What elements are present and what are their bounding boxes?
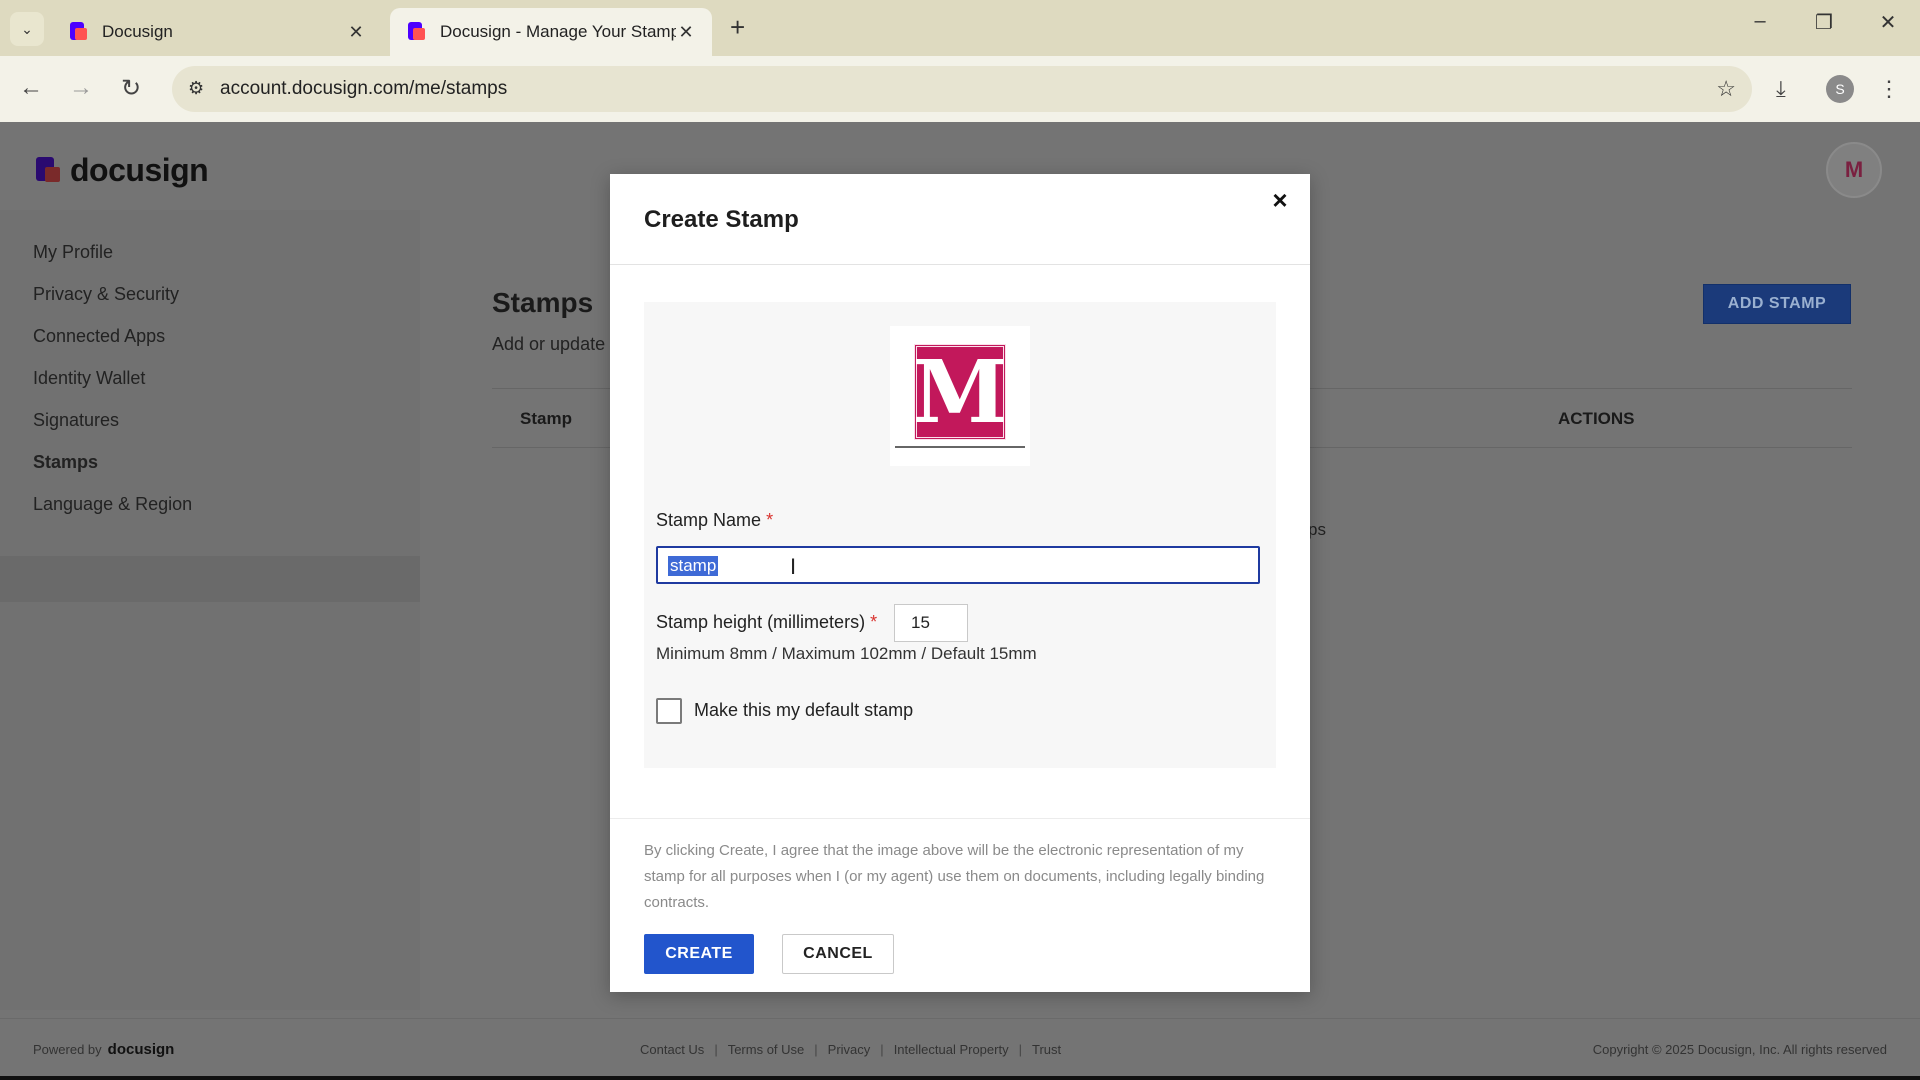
address-bar[interactable]: ⚙ account.docusign.com/me/stamps ☆ — [172, 66, 1752, 112]
required-mark: * — [766, 510, 774, 530]
docusign-logo-icon — [36, 156, 62, 185]
required-mark: * — [870, 612, 878, 632]
sidebar-item-privacy-security[interactable]: Privacy & Security — [33, 284, 179, 305]
tab-search-dropdown-icon[interactable]: ⌄ — [10, 12, 44, 46]
stamp-name-label-text: Stamp Name — [656, 510, 762, 530]
docusign-favicon-icon — [68, 22, 88, 42]
close-icon[interactable]: × — [1264, 184, 1296, 216]
browser-tab-active[interactable]: Docusign - Manage Your Stamp ✕ — [390, 8, 712, 56]
footer-links: Contact Us | Terms of Use | Privacy | Intel… — [640, 1042, 1062, 1057]
background-text-fragment: ps — [1308, 520, 1326, 539]
restore-icon[interactable]: ❐ — [1804, 10, 1844, 35]
more-menu-icon[interactable]: ⋮ — [1878, 76, 1900, 102]
page-footer: Powered by docusign Contact Us | Terms of… — [0, 1018, 1920, 1074]
browser-profile-avatar[interactable]: S — [1826, 75, 1854, 103]
sidebar-item-signatures[interactable]: Signatures — [33, 410, 119, 431]
create-stamp-dialog: Create Stamp × M Stamp Name * stamp I St… — [610, 174, 1310, 992]
footer-link-trust[interactable]: Trust — [1032, 1042, 1061, 1057]
user-avatar[interactable]: M — [1826, 142, 1882, 198]
tab-close-icon[interactable]: ✕ — [676, 22, 696, 43]
column-header-stamp: Stamp — [520, 409, 572, 428]
sidebar-item-stamps[interactable]: Stamps — [33, 452, 98, 473]
tab-title: Docusign - Manage Your Stamp — [440, 22, 676, 41]
default-stamp-checkbox[interactable] — [656, 698, 682, 724]
column-header-actions: ACTIONS — [1558, 409, 1635, 428]
screen-bottom-edge — [0, 1076, 1920, 1080]
browser-toolbar: ← → ↻ ⚙ account.docusign.com/me/stamps ☆… — [0, 56, 1920, 122]
download-icon[interactable]: ⤓ — [1776, 76, 1786, 102]
stamp-height-label-text: Stamp height (millimeters) — [656, 612, 866, 632]
default-stamp-label[interactable]: Make this my default stamp — [694, 700, 913, 721]
dialog-title: Create Stamp — [644, 206, 799, 233]
footer-link-contact[interactable]: Contact Us — [640, 1042, 704, 1057]
sidebar-item-language-region[interactable]: Language & Region — [33, 494, 192, 515]
sidebar-item-identity-wallet[interactable]: Identity Wallet — [33, 368, 145, 389]
dialog-body: M Stamp Name * stamp I Stamp height (mil… — [644, 302, 1276, 768]
site-settings-icon[interactable]: ⚙ — [188, 78, 204, 99]
stamp-height-hint: Minimum 8mm / Maximum 102mm / Default 15… — [656, 644, 1037, 663]
add-stamp-button[interactable]: ADD STAMP — [1703, 284, 1851, 324]
divider — [610, 264, 1310, 265]
stamp-name-input[interactable]: stamp I — [656, 546, 1260, 584]
stamp-caption-line — [895, 446, 1025, 448]
sidebar-item-connected-apps[interactable]: Connected Apps — [33, 326, 165, 347]
sidebar-active-highlight — [0, 556, 420, 602]
bookmark-star-icon[interactable]: ☆ — [1716, 76, 1736, 102]
stamp-height-label: Stamp height (millimeters) * — [656, 612, 877, 633]
tab-title: Docusign — [102, 22, 173, 41]
window-close-icon[interactable]: ✕ — [1868, 10, 1908, 35]
divider — [610, 818, 1310, 819]
tab-close-icon[interactable]: ✕ — [346, 22, 366, 43]
sidebar-item-my-profile[interactable]: My Profile — [33, 242, 113, 263]
stamp-height-input[interactable]: 15 — [894, 604, 968, 642]
powered-by: Powered by docusign — [33, 1041, 174, 1058]
footer-link-terms[interactable]: Terms of Use — [728, 1042, 805, 1057]
powered-by-logo: docusign — [107, 1041, 175, 1058]
stamp-name-value[interactable]: stamp — [668, 556, 719, 576]
page-subtitle: Add or update — [492, 334, 606, 354]
stamp-preview-image: M — [890, 326, 1030, 466]
docusign-logo[interactable]: docusign — [36, 152, 209, 189]
logo-text: docusign — [70, 152, 209, 188]
browser-tab-bar: ⌄ Docusign ✕ Docusign - Manage Your Stam… — [0, 0, 1920, 56]
copyright: Copyright © 2025 Docusign, Inc. All righ… — [1592, 1042, 1887, 1057]
powered-by-text: Powered by — [33, 1042, 102, 1057]
create-button[interactable]: CREATE — [644, 934, 754, 974]
browser-tab[interactable]: Docusign ✕ — [52, 8, 382, 56]
forward-icon[interactable]: → — [66, 74, 96, 102]
cancel-button[interactable]: CANCEL — [782, 934, 894, 974]
settings-sidebar: My Profile Privacy & Security Connected … — [0, 210, 420, 1010]
docusign-favicon-icon — [406, 22, 426, 42]
url-text[interactable]: account.docusign.com/me/stamps — [220, 78, 507, 100]
stamp-letter: M — [912, 341, 1008, 443]
minimize-icon[interactable]: – — [1740, 10, 1780, 33]
footer-link-ip[interactable]: Intellectual Property — [894, 1042, 1009, 1057]
page-title: Stamps — [492, 287, 594, 318]
text-cursor-icon: I — [790, 554, 797, 579]
footer-link-privacy[interactable]: Privacy — [828, 1042, 871, 1057]
consent-text: By clicking Create, I agree that the ima… — [644, 842, 1265, 911]
new-tab-icon[interactable]: + — [730, 12, 745, 43]
back-icon[interactable]: ← — [16, 74, 46, 102]
reload-icon[interactable]: ↻ — [116, 74, 146, 103]
stamp-name-label: Stamp Name * — [656, 510, 773, 531]
